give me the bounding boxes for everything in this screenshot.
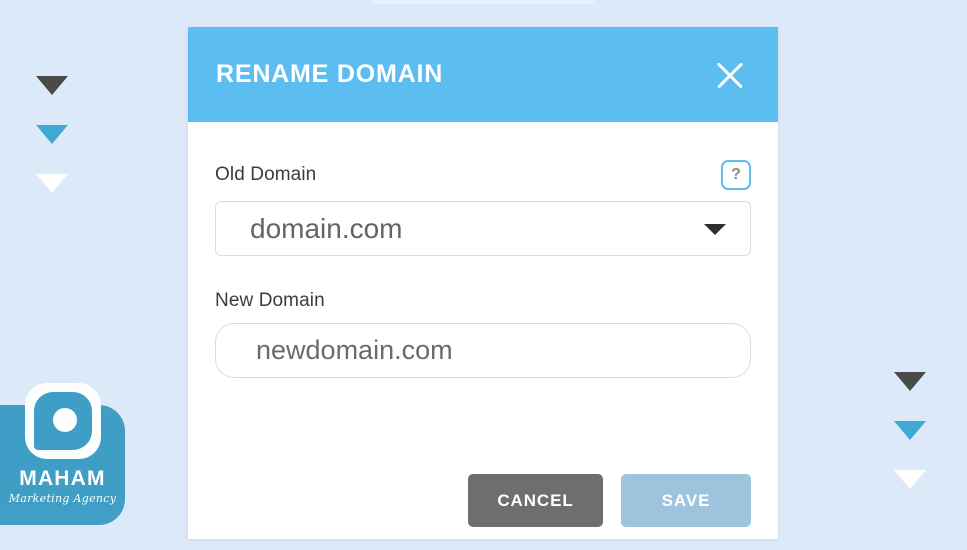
- dialog-footer: CANCEL SAVE: [468, 474, 751, 527]
- watermark-name: MAHAM: [19, 467, 106, 490]
- chevron-down-icon: [704, 223, 726, 235]
- save-button[interactable]: SAVE: [621, 474, 751, 527]
- background-strip: [372, 0, 594, 4]
- new-domain-label-row: New Domain: [215, 290, 751, 312]
- decor-triangles-right: [894, 372, 926, 519]
- triangle-blue-icon: [894, 421, 926, 440]
- watermark-logo: MAHAM Marketing Agency: [0, 383, 125, 525]
- dialog-body: Old Domain ? domain.com New Domain newdo…: [188, 122, 778, 378]
- dialog-title: RENAME DOMAIN: [216, 60, 444, 88]
- old-domain-value: domain.com: [250, 212, 403, 244]
- triangle-dark-icon: [894, 372, 926, 391]
- new-domain-label: New Domain: [215, 290, 325, 311]
- field-spacer: [215, 256, 751, 290]
- new-domain-input[interactable]: newdomain.com: [215, 323, 751, 378]
- old-domain-label: Old Domain: [215, 164, 317, 185]
- close-icon[interactable]: [710, 55, 750, 95]
- camera-lens-icon: [25, 383, 101, 459]
- old-domain-select[interactable]: domain.com: [215, 201, 751, 256]
- new-domain-value: newdomain.com: [256, 335, 453, 365]
- cancel-button[interactable]: CANCEL: [468, 474, 603, 527]
- rename-domain-dialog: RENAME DOMAIN Old Domain ? domain.com Ne…: [188, 27, 778, 539]
- old-domain-label-row: Old Domain ?: [215, 160, 751, 190]
- triangle-white-icon: [36, 174, 68, 193]
- question-mark-icon[interactable]: ?: [721, 160, 751, 190]
- triangle-white-icon: [894, 470, 926, 489]
- lens-dot: [53, 408, 77, 432]
- decor-triangles-left: [36, 76, 68, 223]
- triangle-dark-icon: [36, 76, 68, 95]
- lens-body: [34, 392, 92, 450]
- triangle-blue-icon: [36, 125, 68, 144]
- dialog-header: RENAME DOMAIN: [188, 27, 778, 122]
- watermark-tagline: Marketing Agency: [8, 492, 117, 505]
